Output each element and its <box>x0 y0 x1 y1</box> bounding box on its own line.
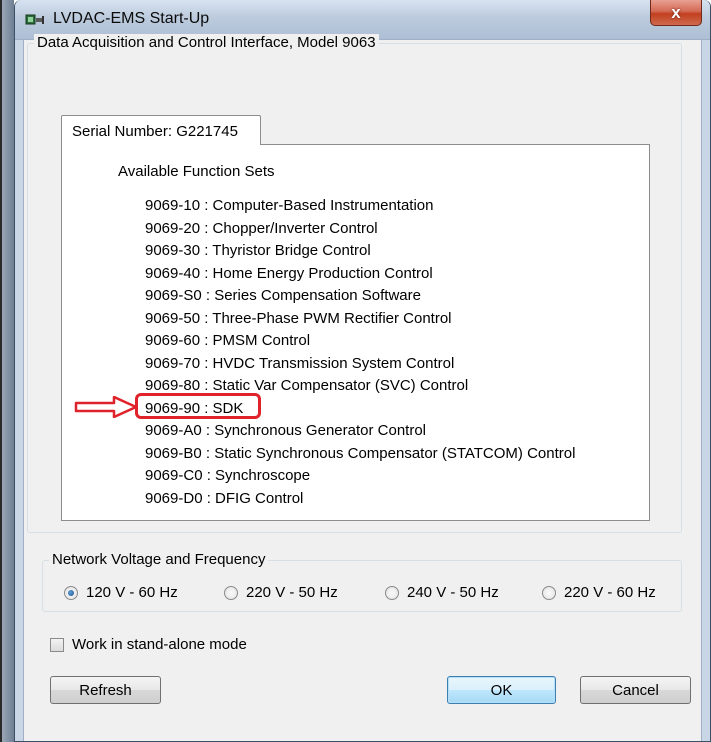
function-set-item: 9069-20 : Chopper/Inverter Control <box>145 219 378 237</box>
ok-button[interactable]: OK <box>447 676 556 704</box>
function-set-item: 9069-10 : Computer-Based Instrumentation <box>145 197 434 214</box>
radio-label: 120 V - 60 Hz <box>86 584 178 601</box>
window-title: LVDAC-EMS Start-Up <box>53 10 210 27</box>
radio-label: 220 V - 50 Hz <box>246 584 338 601</box>
radio-220v-50hz[interactable]: 220 V - 50 Hz <box>224 584 338 601</box>
function-set-item: 9069-60 : PMSM Control <box>145 332 311 349</box>
function-sets-list: 9069-10 : Computer-Based Instrumentation… <box>145 195 575 510</box>
function-set-item: 9069-S0 : Series Compensation Software <box>145 287 421 304</box>
radio-unchecked-icon <box>542 585 556 600</box>
function-set-item: 9069-70 : HVDC Transmission System Contr… <box>145 354 455 372</box>
function-set-item: 9069-D0 : DFIG Control <box>145 489 304 507</box>
standalone-label: Work in stand-alone mode <box>72 636 247 653</box>
cancel-button[interactable]: Cancel <box>580 676 691 704</box>
function-set-item: 9069-B0 : Static Synchronous Compensator… <box>145 444 576 462</box>
close-button[interactable]: x <box>650 0 702 26</box>
function-set-item: 9069-C0 : Synchroscope <box>145 467 311 484</box>
standalone-checkbox[interactable]: Work in stand-alone mode <box>50 636 247 653</box>
network-plug-icon <box>25 14 44 25</box>
function-set-item: 9069-40 : Home Energy Production Control <box>145 264 433 282</box>
function-sets-heading: Available Function Sets <box>118 163 275 180</box>
radio-unchecked-icon <box>385 585 399 600</box>
tab-serial-number-label: Serial Number: G221745 <box>72 123 238 140</box>
network-group-label: Network Voltage and Frequency <box>49 551 269 568</box>
checkbox-unchecked-icon <box>50 637 64 652</box>
function-set-item: 9069-A0 : Synchronous Generator Control <box>145 422 426 439</box>
close-icon: x <box>671 2 681 22</box>
radio-unchecked-icon <box>224 585 238 600</box>
radio-checked-icon <box>64 585 78 600</box>
function-set-item: 9069-50 : Three-Phase PWM Rectifier Cont… <box>145 309 452 327</box>
radio-240v-50hz[interactable]: 240 V - 50 Hz <box>385 584 499 601</box>
sdk-highlight-box <box>135 393 261 419</box>
radio-label: 220 V - 60 Hz <box>564 584 656 601</box>
function-set-item: 9069-30 : Thyristor Bridge Control <box>145 242 371 259</box>
refresh-button[interactable]: Refresh <box>50 676 161 704</box>
background-window-edge <box>0 0 14 742</box>
radio-120v-60hz[interactable]: 120 V - 60 Hz <box>64 584 178 601</box>
radio-220v-60hz[interactable]: 220 V - 60 Hz <box>542 584 656 601</box>
interface-group-label: Data Acquisition and Control Interface, … <box>34 34 379 51</box>
tab-serial-number[interactable]: Serial Number: G221745 <box>61 115 261 145</box>
radio-label: 240 V - 50 Hz <box>407 584 499 601</box>
red-arrow-icon <box>74 396 138 418</box>
